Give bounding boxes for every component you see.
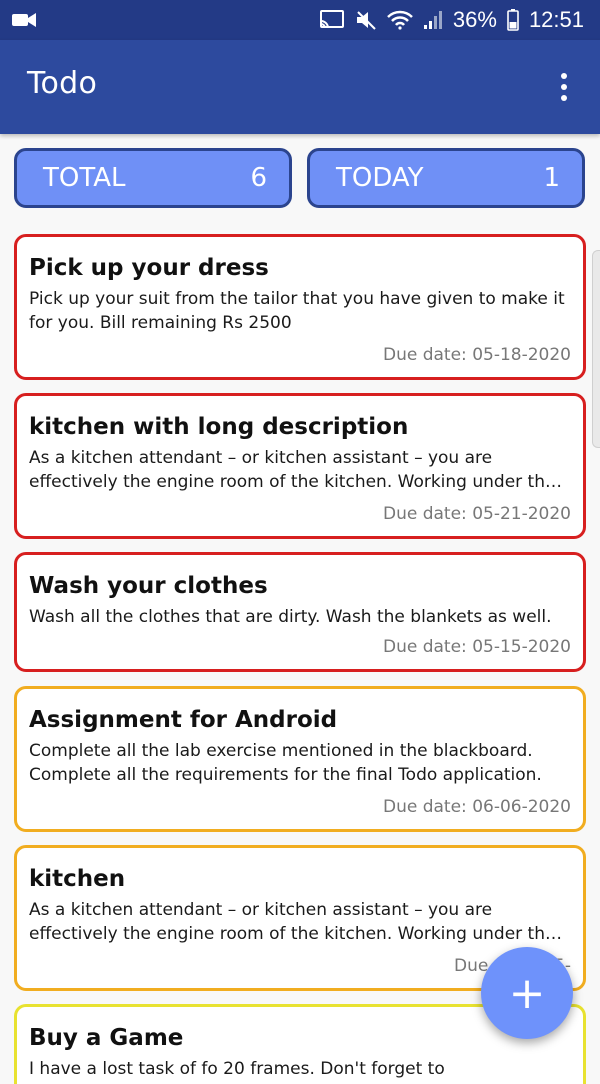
menu-dot: [561, 84, 567, 90]
wifi-icon: [387, 10, 413, 30]
total-count: 6: [250, 163, 267, 193]
todo-description: Complete all the lab exercise mentioned …: [29, 741, 542, 785]
todo-card[interactable]: kitchen with long description As a kitch…: [14, 393, 586, 539]
today-label: TODAY: [336, 163, 424, 193]
todo-title: kitchen: [29, 866, 126, 892]
todo-description: Wash all the clothes that are dirty. Was…: [29, 607, 552, 627]
today-count: 1: [543, 163, 560, 193]
todo-card[interactable]: Assignment for Android Complete all the …: [14, 686, 586, 832]
todo-due-date: Due date: 06-06-2020: [383, 797, 571, 817]
todo-title: Buy a Game: [29, 1025, 184, 1051]
today-counter-button[interactable]: TODAY 1: [307, 148, 585, 208]
app-bar: Todo: [0, 40, 600, 134]
cast-icon: [319, 10, 344, 29]
menu-dot: [561, 73, 567, 79]
add-todo-button[interactable]: +: [481, 947, 573, 1039]
video-camera-icon: [12, 13, 36, 27]
scrollbar[interactable]: [592, 250, 600, 448]
todo-card[interactable]: Wash your clothes Wash all the clothes t…: [14, 552, 586, 672]
battery-percent: 36%: [452, 7, 497, 32]
todo-due-date: Due date: 05-21-2020: [383, 504, 571, 524]
todo-description: As a kitchen attendant – or kitchen assi…: [29, 448, 556, 492]
app-title: Todo: [27, 66, 98, 101]
todo-title: Wash your clothes: [29, 573, 268, 599]
more-vert-icon[interactable]: [548, 66, 580, 108]
todo-title: Pick up your dress: [29, 255, 269, 281]
status-bar: 36% 12:51: [0, 0, 600, 40]
todo-card[interactable]: Pick up your dress Pick up your suit fro…: [14, 234, 586, 380]
add-icon: +: [508, 967, 546, 1019]
todo-title: Assignment for Android: [29, 707, 338, 733]
todo-due-date: Due date: 05-15-2020: [383, 637, 571, 657]
total-label: TOTAL: [43, 163, 126, 193]
clock: 12:51: [528, 7, 584, 32]
signal-icon: [423, 11, 442, 29]
todo-title: kitchen with long description: [29, 414, 409, 440]
todo-due-date: Due date: 05-18-2020: [383, 345, 571, 365]
mute-icon: [356, 11, 376, 30]
total-counter-button[interactable]: TOTAL 6: [14, 148, 292, 208]
todo-description: Pick up your suit from the tailor that y…: [29, 289, 565, 333]
todo-description: As a kitchen attendant – or kitchen assi…: [29, 900, 556, 944]
battery-icon: [507, 9, 519, 31]
todo-description: I have a lost task of fo 20 frames. Don'…: [29, 1059, 445, 1079]
menu-dot: [561, 95, 567, 101]
